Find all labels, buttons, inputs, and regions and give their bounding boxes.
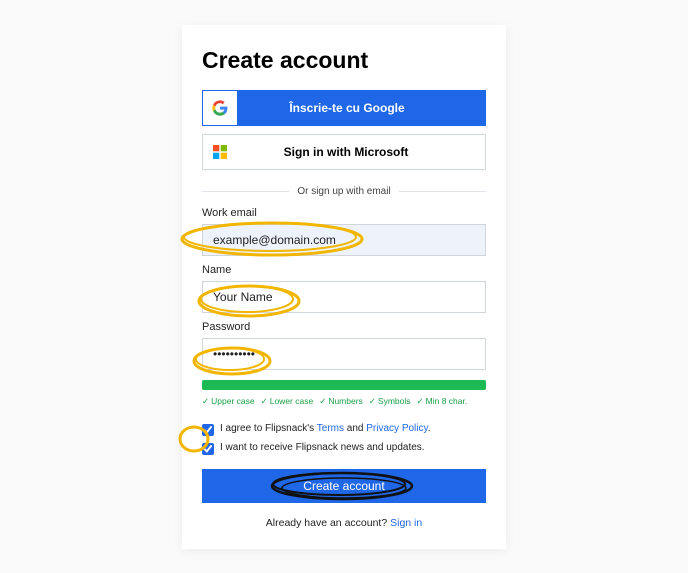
microsoft-signup-button[interactable]: Sign in with Microsoft — [202, 134, 486, 170]
page-title: Create account — [202, 47, 486, 74]
req-symbols: Symbols — [369, 396, 411, 407]
create-account-button[interactable]: Create account — [202, 469, 486, 503]
email-label: Work email — [202, 207, 486, 219]
privacy-link[interactable]: Privacy Policy — [366, 423, 428, 434]
password-strength-bar — [202, 380, 486, 390]
signin-link[interactable]: Sign in — [390, 517, 422, 529]
req-numbers: Numbers — [319, 396, 363, 407]
email-field[interactable] — [202, 224, 486, 256]
req-lower: Lower case — [261, 396, 314, 407]
signin-row: Already have an account? Sign in — [202, 517, 486, 529]
terms-text: I agree to Flipsnack's Terms and Privacy… — [220, 423, 431, 434]
password-label: Password — [202, 321, 486, 333]
terms-checkbox[interactable] — [202, 424, 214, 436]
password-requirements: Upper case Lower case Numbers Symbols Mi… — [202, 396, 486, 407]
divider-text: Or sign up with email — [289, 186, 398, 197]
news-text: I want to receive Flipsnack news and upd… — [220, 442, 425, 453]
name-field[interactable] — [202, 281, 486, 313]
google-signup-button[interactable]: Înscrie-te cu Google — [202, 90, 486, 126]
google-signup-label: Înscrie-te cu Google — [238, 101, 486, 115]
req-upper: Upper case — [202, 396, 255, 407]
password-field[interactable] — [202, 338, 486, 370]
name-label: Name — [202, 264, 486, 276]
google-icon — [203, 91, 237, 125]
divider: Or sign up with email — [202, 186, 486, 197]
microsoft-signup-label: Sign in with Microsoft — [237, 145, 485, 159]
microsoft-icon — [203, 135, 237, 169]
signup-card: Create account Înscrie-te cu Google Sign… — [182, 25, 506, 549]
terms-link[interactable]: Terms — [317, 423, 344, 434]
terms-row[interactable]: I agree to Flipsnack's Terms and Privacy… — [202, 423, 486, 436]
req-min8: Min 8 char. — [417, 396, 468, 407]
news-checkbox[interactable] — [202, 443, 214, 455]
news-row[interactable]: I want to receive Flipsnack news and upd… — [202, 442, 486, 455]
